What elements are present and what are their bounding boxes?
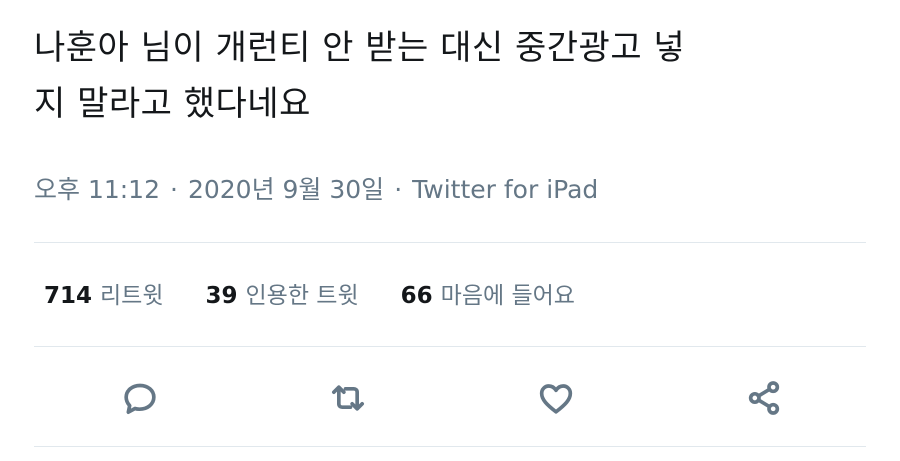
likes-label: 마음에 들어요 (440, 283, 575, 309)
like-button[interactable] (530, 372, 582, 424)
reply-icon (124, 383, 156, 414)
tweet-text: 나훈아 님이 개런티 안 받는 대신 중간광고 넣 지 말라고 했다네요 (34, 28, 686, 124)
tweet-meta: 오후 11:12 · 2020년 9월 30일 · Twitter for iPad (34, 170, 598, 210)
divider (34, 346, 866, 347)
divider (34, 446, 866, 447)
divider (34, 242, 866, 243)
retweets-count: 714 (44, 283, 93, 309)
likes-stat[interactable]: 66 마음에 들어요 (401, 276, 575, 316)
retweet-button[interactable] (322, 372, 374, 424)
meta-separator: · (170, 175, 178, 204)
quotes-label: 인용한 트윗 (245, 283, 359, 309)
quotes-count: 39 (205, 283, 238, 309)
tweet-date[interactable]: 2020년 9월 30일 (188, 175, 384, 204)
share-button[interactable] (738, 372, 790, 424)
tweet-stats: 714 리트윗 39 인용한 트윗 66 마음에 들어요 (44, 276, 617, 316)
retweets-label: 리트윗 (100, 283, 164, 309)
tweet-actions (34, 372, 866, 424)
retweet-icon (332, 385, 364, 411)
quotes-stat[interactable]: 39 인용한 트윗 (206, 276, 359, 316)
reply-button[interactable] (114, 372, 166, 424)
retweets-stat[interactable]: 714 리트윗 (44, 276, 164, 316)
meta-separator: · (394, 175, 403, 204)
tweet-time[interactable]: 오후 11:12 (34, 175, 160, 204)
like-icon (539, 384, 573, 414)
tweet-source[interactable]: Twitter for iPad (412, 175, 598, 204)
likes-count: 66 (400, 283, 433, 309)
share-icon (748, 381, 780, 415)
